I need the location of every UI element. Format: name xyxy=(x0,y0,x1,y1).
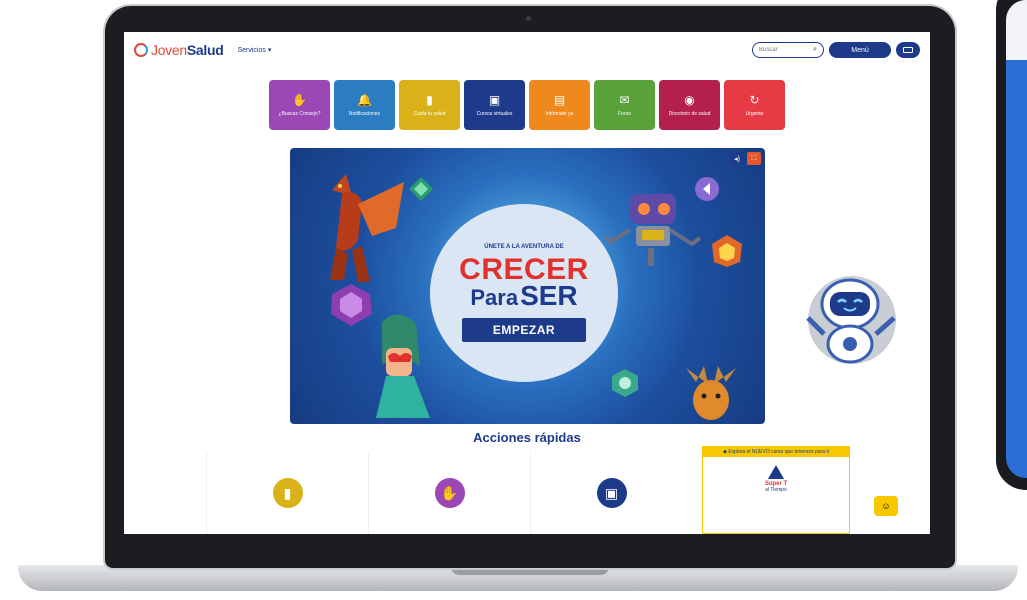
gem-violet-icon xyxy=(695,177,719,201)
banner-controls: ◂) ⛶ xyxy=(730,152,761,165)
tile-0[interactable]: ✋ ¿Buscas Consejo? xyxy=(269,80,330,130)
tile-label: Cursos virtuales xyxy=(476,110,513,117)
game-banner[interactable]: ◂) ⛶ ÚNETE A LA AVENTURA DE CRECER Para … xyxy=(290,148,765,424)
screen-icon: ▣ xyxy=(596,478,627,508)
dragon-illustration xyxy=(330,174,404,282)
chat-bot-icon: ☺ xyxy=(881,501,891,511)
promo-subtitle: al Tiempo xyxy=(765,487,787,493)
id-card-icon xyxy=(903,47,913,53)
site-logo[interactable]: JovenSalud xyxy=(134,42,224,58)
gem-orange-icon xyxy=(712,235,742,267)
chat-bot-button[interactable]: ☺ xyxy=(874,496,898,516)
tile-4[interactable]: ▤ Infórmate ya xyxy=(529,80,590,130)
robot-mascot-illustration xyxy=(806,276,896,364)
hand-icon: ✋ xyxy=(292,92,307,107)
tile-label: Urgente xyxy=(745,110,764,117)
tile-7[interactable]: ↻ Urgente xyxy=(724,80,785,130)
promo-heading: ◆ Explora el NUEVO curso que tenemos par… xyxy=(703,447,849,457)
tile-label: Cuida tu salud xyxy=(413,110,446,117)
tile-3[interactable]: ▣ Cursos virtuales xyxy=(464,80,525,130)
id-card-button[interactable] xyxy=(896,42,920,58)
banner-title-ser: SER xyxy=(520,280,578,311)
gem-green-icon xyxy=(409,177,433,201)
laptop-screen: JovenSalud Servicios ▾ ⌕ Menú ✋ ¿Buscas C… xyxy=(124,32,930,534)
search-input[interactable] xyxy=(759,47,803,53)
traffic-light-icon: ▮ xyxy=(272,478,303,508)
hand-icon: ✋ xyxy=(434,478,465,508)
search-box[interactable]: ⌕ xyxy=(752,42,824,58)
screen-icon: ▣ xyxy=(488,92,501,107)
alert-icon: ↻ xyxy=(749,92,760,107)
tile-label: Infórmate ya xyxy=(545,110,574,117)
logo-text: JovenSalud xyxy=(151,42,224,58)
traffic-light-icon: ▮ xyxy=(426,92,433,107)
tile-5[interactable]: ✉ Foros xyxy=(594,80,655,130)
camera-icon xyxy=(526,16,531,21)
volume-icon[interactable]: ◂) xyxy=(730,152,744,165)
banner-title-row: Para SER xyxy=(470,280,578,311)
phone-screen xyxy=(1006,0,1027,478)
tile-label: Directorio de salud xyxy=(668,110,711,117)
tile-2[interactable]: ▮ Cuida tu salud xyxy=(399,80,460,130)
moose-illustration xyxy=(686,366,736,420)
start-button[interactable]: EMPEZAR xyxy=(462,318,586,342)
robot-illustration xyxy=(604,194,702,266)
menu-button[interactable]: Menú xyxy=(829,42,891,58)
tile-label: ¿Buscas Consejo? xyxy=(278,110,321,117)
service-tiles: ✋ ¿Buscas Consejo? 🔔 Notificaciones ▮ Cuida t… xyxy=(269,80,785,130)
services-dropdown[interactable]: Servicios ▾ xyxy=(237,46,271,54)
fullscreen-icon[interactable]: ⛶ xyxy=(747,152,761,165)
product-mockup: JovenSalud Servicios ▾ ⌕ Menú ✋ ¿Buscas C… xyxy=(0,0,1027,600)
course-promo-card[interactable]: ◆ Explora el NUEVO curso que tenemos par… xyxy=(702,446,850,534)
tile-6[interactable]: ◉ Directorio de salud xyxy=(659,80,720,130)
banner-circle: ÚNETE A LA AVENTURA DE CRECER Para SER E… xyxy=(430,204,618,382)
quick-actions-title: Acciones rápidas xyxy=(473,430,581,445)
bell-icon: 🔔 xyxy=(357,92,372,107)
logo-icon xyxy=(134,43,148,57)
chat-icon: ✉ xyxy=(619,92,630,107)
header-actions: ⌕ Menú xyxy=(752,42,920,58)
banner-subtitle: ÚNETE A LA AVENTURA DE xyxy=(484,244,564,250)
quick-action-health[interactable]: ▮ xyxy=(206,452,368,534)
site-header: JovenSalud Servicios ▾ ⌕ Menú xyxy=(124,32,930,68)
gem-teal-icon xyxy=(612,369,638,397)
document-icon: ▤ xyxy=(553,92,566,107)
tile-label: Foros xyxy=(618,110,631,117)
tile-label: Notificaciones xyxy=(348,110,381,117)
promo-body: Súper T al Tiempo xyxy=(703,465,849,493)
quick-action-courses[interactable]: ▣ xyxy=(530,452,692,534)
quick-action-advice[interactable]: ✋ xyxy=(368,452,530,534)
warning-triangle-icon xyxy=(768,465,784,479)
search-icon[interactable]: ⌕ xyxy=(813,46,817,54)
banner-title-para: Para xyxy=(470,285,519,310)
tile-1[interactable]: 🔔 Notificaciones xyxy=(334,80,395,130)
pin-icon: ◉ xyxy=(684,92,695,107)
gem-purple-icon xyxy=(331,284,372,326)
